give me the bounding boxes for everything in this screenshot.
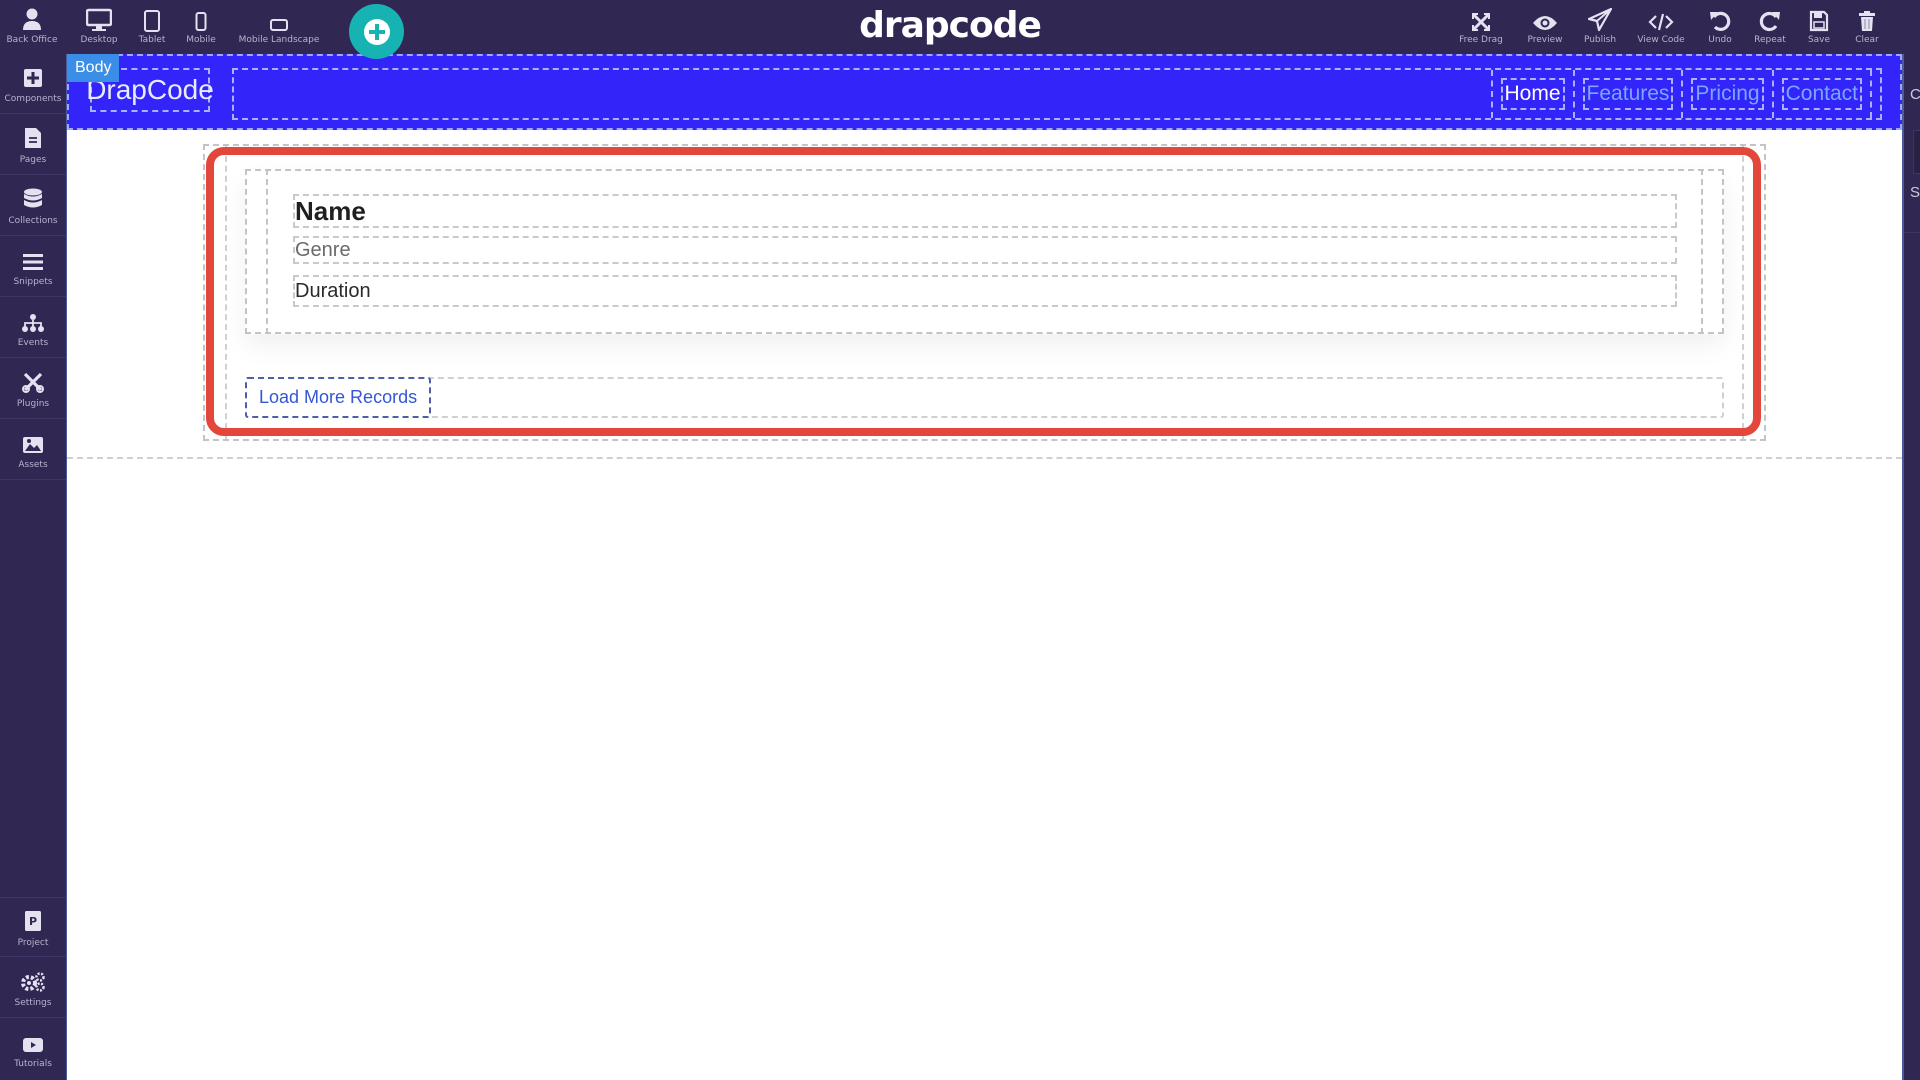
load-more-row: Load More Records [245,377,1724,418]
site-nav: Home Features Pricing Contact [1490,70,1872,118]
editor-canvas[interactable]: DrapCode Home Features Pricing Contact B… [67,54,1902,1080]
back-office-button[interactable]: Back Office [0,0,64,54]
right-panel-label: C [1910,86,1920,103]
field-duration[interactable]: Duration [293,275,1677,307]
tablet-view-button[interactable]: Tablet [132,0,172,54]
sidebar-item-pages[interactable]: Pages [0,115,66,175]
sidebar-item-settings[interactable]: Settings [0,958,66,1018]
record-card-body: Name Genre Duration [266,169,1703,334]
mobile-landscape-view-button[interactable]: Mobile Landscape [233,0,325,54]
undo-button[interactable]: Undo [1698,0,1742,54]
youtube-icon [22,1019,44,1053]
sidebar-item-snippets[interactable]: Snippets [0,237,66,297]
clear-button[interactable]: Clear [1846,0,1888,54]
plus-circle-icon [363,18,390,45]
database-icon [23,176,43,210]
desktop-icon [86,0,112,32]
image-icon [22,420,44,454]
right-panel: C S [1902,54,1920,1080]
user-icon [22,0,42,32]
sidebar-item-tutorials[interactable]: Tutorials [0,1019,66,1079]
save-button[interactable]: Save [1798,0,1840,54]
cogs-icon [21,958,45,992]
add-element-button[interactable] [349,4,404,59]
nav-item-pricing[interactable]: Pricing [1681,70,1774,118]
tablet-icon [143,0,161,32]
redo-icon [1759,0,1781,32]
mobile-view-button[interactable]: Mobile [181,0,221,54]
preview-button[interactable]: Preview [1520,0,1570,54]
record-card[interactable]: Name Genre Duration [245,169,1724,334]
eye-icon [1532,0,1558,32]
nav-item-home[interactable]: Home [1490,70,1575,118]
mobile-landscape-icon [269,0,289,32]
sidebar-item-plugins[interactable]: Plugins [0,359,66,419]
right-panel-field[interactable] [1913,130,1920,174]
body-bottom-boundary [67,457,1902,459]
desktop-view-button[interactable]: Desktop [74,0,124,54]
site-nav-container[interactable]: Home Features Pricing Contact [232,68,1882,120]
arrows-expand-icon [1471,0,1491,32]
repeat-button[interactable]: Repeat [1747,0,1793,54]
load-more-records-button[interactable]: Load More Records [245,377,432,418]
right-panel-label: S [1910,184,1920,201]
free-drag-button[interactable]: Free Drag [1454,0,1508,54]
sidebar-item-assets[interactable]: Assets [0,420,66,480]
sitemap-icon [22,298,44,332]
left-sidebar: Components Pages Collections Snippets Ev… [0,54,67,1080]
drapcode-logo: drapcode [859,4,1042,46]
nav-item-contact[interactable]: Contact [1771,70,1872,118]
project-icon: P [24,898,42,932]
publish-button[interactable]: Publish [1576,0,1624,54]
code-icon [1648,0,1674,32]
sidebar-item-collections[interactable]: Collections [0,176,66,236]
field-genre[interactable]: Genre [293,236,1677,264]
mobile-icon [195,0,207,32]
sidebar-item-project[interactable]: P Project [0,897,66,957]
undo-icon [1709,0,1731,32]
right-panel-divider [1904,232,1920,233]
paper-plane-icon [1587,0,1613,32]
save-icon [1809,0,1829,32]
nav-item-features[interactable]: Features [1572,70,1684,118]
sidebar-item-components[interactable]: Components [0,54,66,114]
site-header[interactable]: DrapCode Home Features Pricing Contact [67,54,1902,130]
svg-text:P: P [29,915,37,928]
trash-icon [1858,0,1876,32]
field-name[interactable]: Name [293,194,1677,228]
tools-icon [22,359,44,393]
file-icon [24,115,42,149]
bars-icon [23,237,43,271]
plus-square-icon [23,54,43,88]
top-toolbar: Back Office Desktop Tablet Mobile Mobile… [0,0,1920,59]
view-code-button[interactable]: View Code [1630,0,1692,54]
sidebar-item-events[interactable]: Events [0,298,66,358]
body-element-tag: Body [67,54,120,82]
